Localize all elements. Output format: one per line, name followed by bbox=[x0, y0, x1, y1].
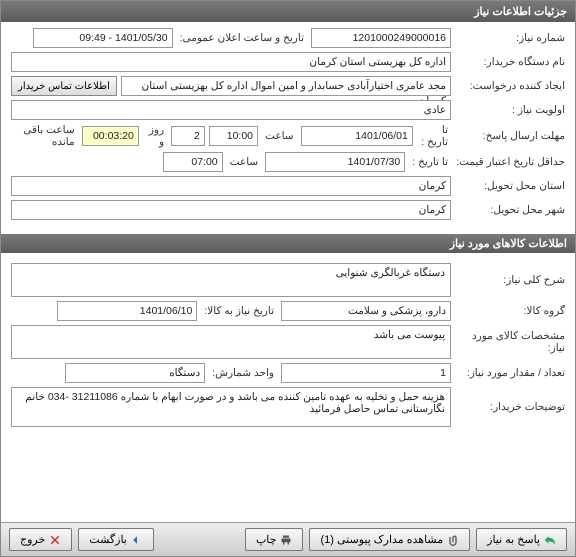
buyer-name-label: نام دستگاه خریدار: bbox=[455, 56, 565, 68]
specs-label: مشخصات کالای مورد نیاز: bbox=[455, 330, 565, 354]
unit-label: واحد شمارش: bbox=[209, 367, 277, 379]
need-details-window: جزئیات اطلاعات نیاز شماره نیاز: 12010002… bbox=[0, 0, 576, 557]
deadline-time-field: 10:00 bbox=[209, 126, 258, 146]
city-label: شهر محل تحویل: bbox=[455, 204, 565, 216]
exit-button-label: خروج bbox=[20, 533, 45, 546]
form-section-1: شماره نیاز: 1201000249000016 تاریخ و ساع… bbox=[1, 22, 575, 230]
buyer-name-field: اداره کل بهزیستی استان کرمان bbox=[11, 52, 451, 72]
desc-label: شرح کلی نیاز: bbox=[455, 274, 565, 286]
to-date-label-1: تا تاریخ : bbox=[417, 124, 451, 148]
announce-date-label: تاریخ و ساعت اعلان عمومی: bbox=[177, 32, 307, 44]
specs-field[interactable] bbox=[11, 325, 451, 359]
unit-field: دستگاه bbox=[65, 363, 205, 383]
print-button[interactable]: چاپ bbox=[245, 528, 304, 551]
back-icon bbox=[131, 534, 143, 546]
priority-field: عادی bbox=[11, 100, 451, 120]
hour-label-2: ساعت bbox=[227, 156, 262, 168]
days-field: 2 bbox=[171, 126, 205, 146]
validity-time-field: 07:00 bbox=[163, 152, 223, 172]
need-number-label: شماره نیاز: bbox=[455, 32, 565, 44]
remain-time-field: 00:03:20 bbox=[82, 126, 139, 146]
need-date-label: تاریخ نیاز به کالا: bbox=[201, 305, 277, 317]
validity-label: حداقل تاریخ اعتبار قیمت: bbox=[455, 156, 565, 168]
exit-icon bbox=[49, 534, 61, 546]
province-label: استان محل تحویل: bbox=[455, 180, 565, 192]
priority-label: اولویت نیاز : bbox=[455, 104, 565, 116]
bottom-toolbar: پاسخ به نیاز مشاهده مدارک پیوستی (1) چاپ… bbox=[1, 522, 575, 556]
respond-button[interactable]: پاسخ به نیاز bbox=[476, 528, 567, 551]
to-date-label-2: تا تاریخ : bbox=[409, 156, 451, 168]
validity-date-field: 1401/07/30 bbox=[265, 152, 405, 172]
group-label: گروه کالا: bbox=[455, 305, 565, 317]
deadline-date-field: 1401/06/01 bbox=[301, 126, 413, 146]
attachments-button[interactable]: مشاهده مدارک پیوستی (1) bbox=[309, 528, 470, 551]
goods-section-header: اطلاعات کالاهای مورد نیاز bbox=[1, 234, 575, 253]
qty-label: تعداد / مقدار مورد نیاز: bbox=[455, 367, 565, 379]
province-field: کرمان bbox=[11, 176, 451, 196]
attachments-button-label: مشاهده مدارک پیوستی (1) bbox=[320, 533, 443, 546]
days-and-label: روز و bbox=[143, 124, 167, 148]
form-section-2: شرح کلی نیاز: گروه کالا: دارو، پزشکی و س… bbox=[1, 257, 575, 437]
notes-field[interactable] bbox=[11, 387, 451, 427]
notes-label: توضیحات خریدار: bbox=[455, 401, 565, 413]
reply-icon bbox=[544, 534, 556, 546]
city-field: کرمان bbox=[11, 200, 451, 220]
group-field: دارو، پزشکی و سلامت bbox=[281, 301, 451, 321]
print-button-label: چاپ bbox=[256, 533, 277, 546]
buyer-contact-button[interactable]: اطلاعات تماس خریدار bbox=[11, 76, 117, 96]
deadline-label: مهلت ارسال پاسخ: bbox=[455, 130, 565, 142]
respond-button-label: پاسخ به نیاز bbox=[487, 533, 540, 546]
requester-field: مجد عامری اختیارآبادی حسابدار و امین امو… bbox=[121, 76, 451, 96]
print-icon bbox=[280, 534, 292, 546]
attachment-icon bbox=[447, 534, 459, 546]
back-button[interactable]: بازگشت bbox=[78, 528, 154, 551]
window-title: جزئیات اطلاعات نیاز bbox=[1, 1, 575, 22]
toolbar-spacer bbox=[160, 528, 239, 551]
back-button-label: بازگشت bbox=[89, 533, 127, 546]
requester-label: ایجاد کننده درخواست: bbox=[455, 80, 565, 92]
qty-field: 1 bbox=[281, 363, 451, 383]
need-number-field: 1201000249000016 bbox=[311, 28, 451, 48]
hour-label-1: ساعت bbox=[262, 130, 297, 142]
announce-date-field: 1401/05/30 - 09:49 bbox=[33, 28, 173, 48]
remain-label: ساعت باقی مانده bbox=[11, 124, 78, 148]
exit-button[interactable]: خروج bbox=[9, 528, 72, 551]
desc-field[interactable] bbox=[11, 263, 451, 297]
need-date-field: 1401/06/10 bbox=[57, 301, 197, 321]
